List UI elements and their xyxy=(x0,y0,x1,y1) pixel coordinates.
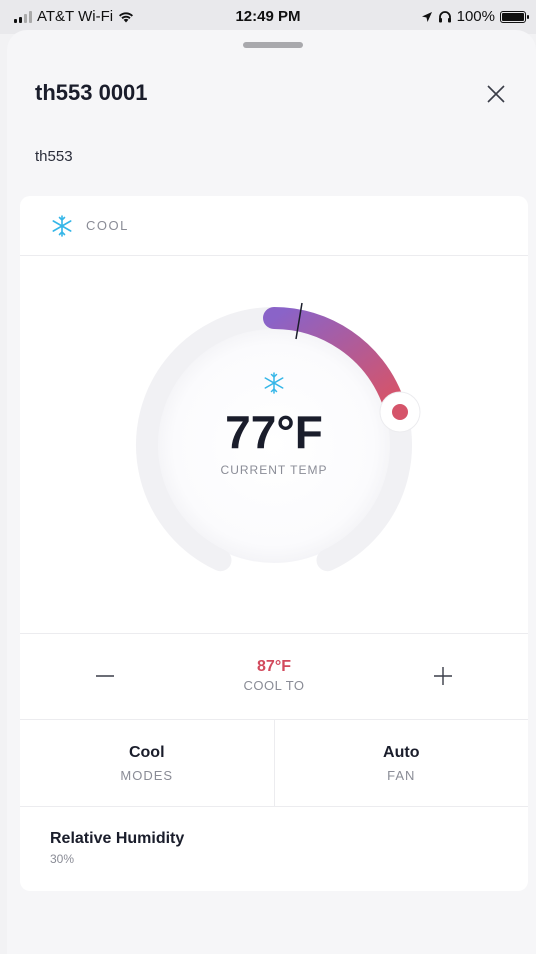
humidity-value: 30% xyxy=(50,852,75,866)
mode-fan-row: Cool MODES Auto FAN xyxy=(20,720,528,807)
device-sheet: th553 0001 th553 COOL 77°F CURRENT TEMP … xyxy=(7,30,536,954)
snowflake-icon xyxy=(52,214,72,237)
humidity-section: Relative Humidity 30% xyxy=(50,830,184,866)
fan-label: FAN xyxy=(387,768,416,783)
device-model: th553 xyxy=(35,148,73,165)
location-arrow-icon xyxy=(421,11,432,22)
temperature-dial: 77°F CURRENT TEMP xyxy=(20,257,528,634)
current-temperature-label: CURRENT TEMP xyxy=(220,463,328,477)
sheet-grabber[interactable] xyxy=(243,42,303,48)
mode-label: COOL xyxy=(86,218,129,233)
humidity-title: Relative Humidity xyxy=(50,830,185,847)
thermostat-card: COOL 77°F CURRENT TEMP 87°F COOL TO Cool… xyxy=(20,196,528,891)
setpoint-control: 87°F COOL TO xyxy=(20,633,528,720)
status-bar: AT&T Wi-Fi 12:49 PM 100% xyxy=(0,0,536,34)
increase-button[interactable] xyxy=(431,664,455,688)
fan-value: Auto xyxy=(383,744,420,761)
battery-icon xyxy=(500,10,529,23)
modes-value: Cool xyxy=(128,744,165,761)
modes-label: MODES xyxy=(120,768,174,783)
mode-header: COOL xyxy=(20,196,528,256)
close-icon[interactable] xyxy=(484,82,508,106)
status-right: 100% xyxy=(421,8,529,25)
fan-button[interactable]: Auto FAN xyxy=(273,720,529,806)
battery-percent: 100% xyxy=(456,8,495,25)
headphones-icon xyxy=(438,11,451,23)
modes-button[interactable]: Cool MODES xyxy=(20,720,274,806)
current-temperature: 77°F xyxy=(225,406,323,458)
device-title: th553 0001 xyxy=(35,80,148,105)
